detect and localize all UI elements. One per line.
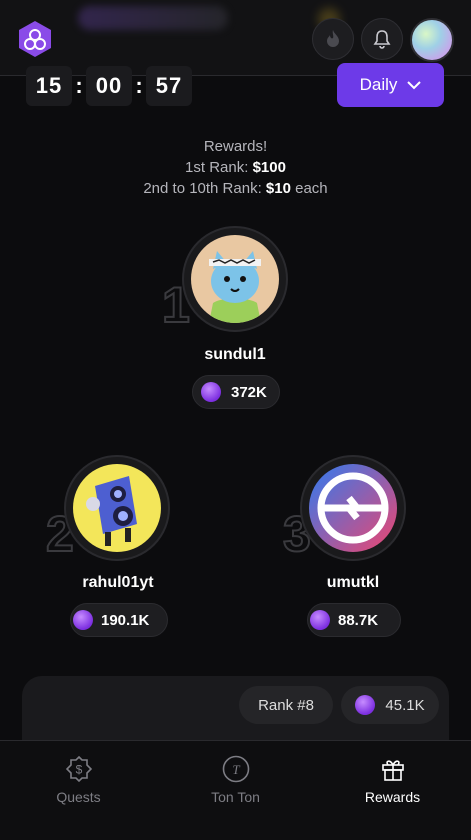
- leader-score: 372K: [192, 375, 280, 409]
- app-logo-icon[interactable]: [17, 20, 53, 58]
- leader-avatar-ring: [182, 226, 288, 332]
- nav-label: Ton Ton: [211, 789, 260, 805]
- nav-rewards[interactable]: Rewards: [314, 741, 471, 840]
- leader-score: 190.1K: [70, 603, 168, 637]
- timer-seconds: 57: [146, 66, 192, 106]
- top-ten-reward: 2nd to 10th Rank: $10 each: [143, 180, 328, 197]
- timer-minutes: 00: [86, 66, 132, 106]
- rewards-title: Rewards!: [203, 138, 268, 155]
- bell-icon: [373, 30, 391, 49]
- period-label: Daily: [359, 75, 398, 94]
- blurred-header-pill: [78, 6, 228, 30]
- dollar-badge-icon: $: [65, 755, 93, 783]
- leader-avatar-ring: [64, 455, 170, 561]
- streak-button[interactable]: [312, 18, 354, 60]
- bottom-nav: $ Quests T Ton Ton Rewards: [0, 740, 471, 840]
- svg-text:T: T: [232, 762, 240, 777]
- fire-icon: [327, 30, 339, 47]
- leader-name: rahul01yt: [82, 574, 154, 591]
- nav-label: Quests: [56, 789, 101, 805]
- first-rank-reward: 1st Rank: $100: [185, 159, 286, 176]
- gem-icon: [310, 610, 330, 630]
- svg-text:$: $: [75, 763, 82, 777]
- my-score: 45.1K: [341, 686, 439, 724]
- profile-avatar[interactable]: [410, 18, 454, 62]
- leader-avatar-ring: [300, 455, 406, 561]
- chevron-down-icon: [407, 80, 422, 89]
- notifications-button[interactable]: [361, 18, 403, 60]
- leader-name: sundul1: [204, 346, 266, 363]
- countdown-timer: 15 : 00 : 57: [26, 66, 192, 106]
- nav-ton-ton[interactable]: T Ton Ton: [157, 741, 314, 840]
- gem-icon: [73, 610, 93, 630]
- ton-token-icon: T: [222, 755, 250, 783]
- timer-hours: 15: [26, 66, 72, 106]
- gift-icon: [379, 755, 407, 783]
- period-dropdown[interactable]: Daily: [337, 63, 444, 107]
- speaker-robot-avatar: [73, 464, 161, 552]
- timer-separator: :: [135, 73, 143, 98]
- blue-cat-avatar: [191, 235, 279, 323]
- my-rank-badge: Rank #8: [239, 686, 333, 724]
- rewards-info: Rewards! 1st Rank: $100 2nd to 10th Rank…: [0, 136, 471, 199]
- s-logo-avatar: [309, 464, 397, 552]
- leader-score: 88.7K: [307, 603, 401, 637]
- nav-quests[interactable]: $ Quests: [0, 741, 157, 840]
- gem-icon: [355, 695, 376, 715]
- gem-icon: [201, 382, 221, 402]
- timer-separator: :: [75, 73, 83, 98]
- leader-name: umutkl: [326, 574, 380, 591]
- nav-label: Rewards: [364, 789, 421, 805]
